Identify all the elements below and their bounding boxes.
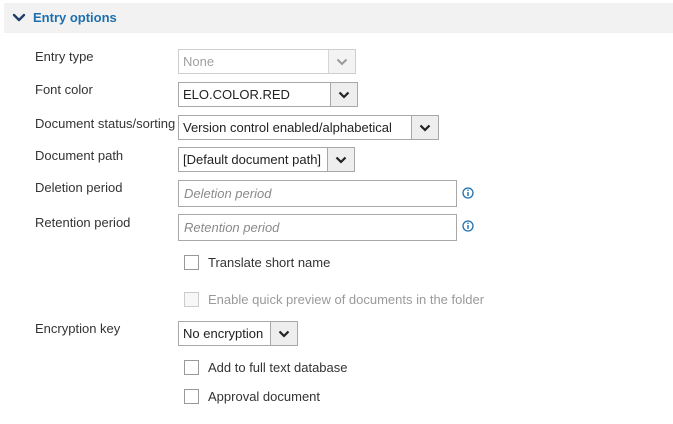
chevron-down-icon	[335, 156, 347, 164]
approval-document-label: Approval document	[208, 389, 321, 404]
entry-type-select: None	[178, 49, 356, 74]
entry-type-label: Entry type	[35, 49, 94, 64]
info-icon[interactable]	[462, 220, 474, 232]
document-path-value: [Default document path]	[183, 152, 322, 167]
deletion-period-input[interactable]	[178, 180, 457, 207]
document-path-dropdown-button[interactable]	[327, 148, 354, 171]
font-color-select[interactable]: ELO.COLOR.RED	[178, 82, 358, 107]
translate-short-name-checkbox[interactable]: Translate short name	[184, 255, 330, 270]
entry-type-dropdown-button	[328, 50, 355, 73]
document-path-select[interactable]: [Default document path]	[178, 147, 355, 172]
checkbox-box[interactable]	[184, 255, 199, 270]
retention-period-label: Retention period	[35, 215, 131, 230]
checkbox-box[interactable]	[184, 389, 199, 404]
encryption-key-label: Encryption key	[35, 321, 121, 336]
document-status-label: Document status/sorting	[35, 116, 176, 131]
translate-short-name-label: Translate short name	[208, 255, 331, 270]
document-status-dropdown-button[interactable]	[411, 116, 438, 139]
checkbox-box	[184, 292, 199, 307]
document-status-select[interactable]: Version control enabled/alphabetical	[178, 115, 439, 140]
chevron-down-icon	[278, 330, 290, 338]
chevron-down-icon[interactable]	[12, 12, 26, 24]
document-path-label: Document path	[35, 148, 124, 163]
full-text-database-label: Add to full text database	[208, 360, 348, 375]
chevron-down-icon	[336, 58, 348, 65]
font-color-dropdown-button[interactable]	[330, 83, 357, 106]
font-color-value: ELO.COLOR.RED	[183, 87, 290, 102]
encryption-key-select[interactable]: No encryption	[178, 321, 298, 346]
font-color-label: Font color	[35, 82, 93, 97]
approval-document-checkbox[interactable]: Approval document	[184, 389, 320, 404]
document-status-value: Version control enabled/alphabetical	[183, 120, 392, 135]
quick-preview-label: Enable quick preview of documents in the…	[208, 292, 485, 307]
info-icon[interactable]	[462, 187, 474, 199]
section-header-entry-options[interactable]: Entry options	[4, 3, 673, 33]
chevron-down-icon	[338, 91, 350, 99]
section-title: Entry options	[33, 10, 117, 25]
quick-preview-checkbox: Enable quick preview of documents in the…	[184, 292, 484, 307]
entry-type-value: None	[183, 54, 215, 69]
deletion-period-label: Deletion period	[35, 180, 123, 195]
chevron-down-icon	[419, 124, 431, 132]
full-text-database-checkbox[interactable]: Add to full text database	[184, 360, 347, 375]
encryption-key-dropdown-button[interactable]	[270, 322, 297, 345]
retention-period-input[interactable]	[178, 214, 457, 241]
checkbox-box[interactable]	[184, 360, 199, 375]
encryption-key-value: No encryption	[183, 326, 264, 341]
